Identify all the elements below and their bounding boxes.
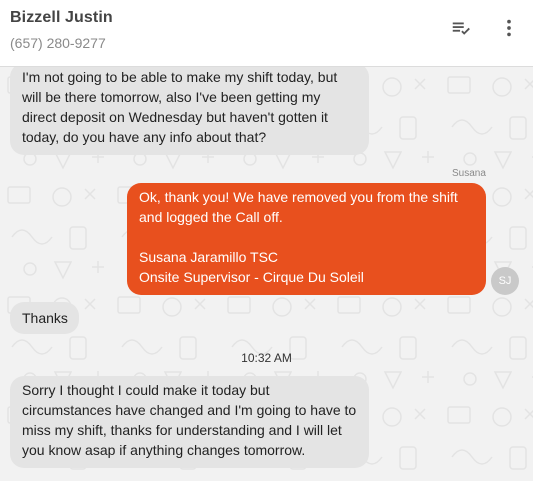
message-bubble-incoming[interactable]: I'm not going to be able to make my shif… [10,67,369,155]
message-timestamp: 10:32 AM [241,351,292,365]
playlist-check-icon [452,22,470,35]
message-bubble-incoming[interactable]: Thanks [10,302,79,334]
more-vert-icon [507,19,511,37]
message-bubble-incoming[interactable]: Sorry I thought I could make it today bu… [10,376,369,468]
sender-label: Susana [452,168,486,179]
avatar: SJ [491,267,519,295]
message-thread[interactable]: I'm not going to be able to make my shif… [0,67,533,481]
message-bubble-outgoing[interactable]: Ok, thank you! We have removed you from … [127,183,486,295]
contact-phone: (657) 280-9277 [10,35,106,51]
conversation-header: Bizzell Justin (657) 280-9277 [0,0,533,67]
more-options-button[interactable] [495,14,523,42]
contact-name: Bizzell Justin [10,9,113,26]
mark-read-button[interactable] [447,14,475,42]
